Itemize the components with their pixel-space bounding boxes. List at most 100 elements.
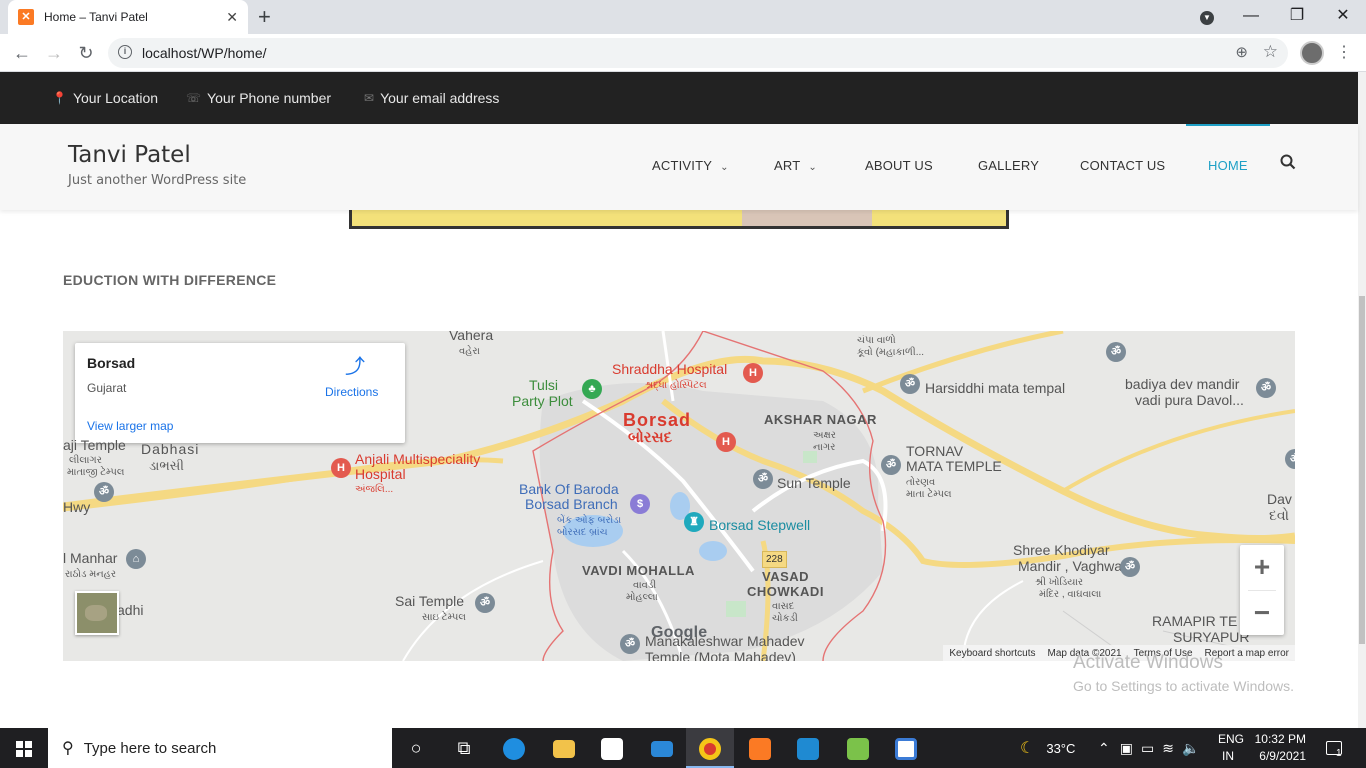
mail-icon[interactable] <box>638 728 686 768</box>
zoom-out-icon[interactable]: − <box>1240 591 1284 635</box>
profile-avatar[interactable] <box>1300 41 1324 65</box>
top-location[interactable]: 📍 Your Location <box>52 90 158 106</box>
temple-pin-icon[interactable]: ॐ <box>475 593 495 613</box>
map-label: VASAD <box>762 569 810 584</box>
taskbar-clock[interactable]: 10:32 PM 6/9/2021 <box>1222 731 1306 765</box>
map-label: Bank Of Baroda <box>519 481 619 497</box>
nav-activity[interactable]: ACTIVITY ⌄ <box>652 158 729 173</box>
map-label: દવો <box>1269 507 1290 523</box>
back-icon[interactable]: ← <box>8 40 36 66</box>
taskbar-search[interactable]: ⚲ Type here to search <box>48 728 392 768</box>
browser-menu-icon[interactable]: ⋮ <box>1336 42 1352 62</box>
minimize-icon[interactable]: — <box>1228 0 1274 34</box>
map-label: l Manhar <box>63 550 118 566</box>
temple-pin-icon[interactable]: ॐ <box>900 374 920 394</box>
site-info-icon[interactable]: i <box>118 45 132 59</box>
top-phone[interactable]: ☏ Your Phone number <box>186 90 331 106</box>
park-pin-icon[interactable]: ♣ <box>582 379 602 399</box>
edge-icon[interactable] <box>490 728 538 768</box>
app-window-icon[interactable] <box>882 728 930 768</box>
notifications-icon[interactable]: 1 <box>1326 728 1342 768</box>
temple-pin-icon[interactable]: ॐ <box>1256 378 1276 398</box>
temple-pin-icon[interactable]: ॐ <box>1106 342 1126 362</box>
search-icon: ⚲ <box>62 740 74 757</box>
url-text[interactable]: localhost/WP/home/ <box>142 45 267 61</box>
xampp-icon[interactable] <box>736 728 784 768</box>
tab-title: Home – Tanvi Patel <box>44 10 148 24</box>
forward-icon[interactable]: → <box>40 40 68 66</box>
reload-icon[interactable]: ↻ <box>72 40 100 66</box>
map-label: AKSHAR NAGAR <box>764 412 877 427</box>
map-label: Vahera <box>449 331 494 343</box>
tab-search-icon[interactable]: ▼ <box>1184 0 1230 34</box>
activate-title: Activate Windows <box>1073 652 1223 673</box>
windows-taskbar: ⚲ Type here to search ○ ⧉ ☾ 33°C ⌃ ▣ ▭ ≋… <box>0 728 1366 768</box>
hospital-pin-icon[interactable]: H <box>716 432 736 452</box>
nav-about-us[interactable]: ABOUT US <box>865 158 933 173</box>
map-label: adhi <box>117 602 144 618</box>
meet-now-icon[interactable]: ▣ <box>1120 740 1133 757</box>
map-label: Borsad Stepwell <box>709 517 811 533</box>
search-icon[interactable] <box>1280 154 1296 175</box>
nav-activity-label: ACTIVITY <box>652 158 713 173</box>
landmark-pin-icon[interactable]: ♜ <box>684 512 704 532</box>
temple-pin-icon[interactable]: ॐ <box>753 469 773 489</box>
bank-pin-icon[interactable]: $ <box>630 494 650 514</box>
nav-contact-us[interactable]: CONTACT US <box>1080 158 1165 173</box>
browser-tab[interactable]: ✕ Home – Tanvi Patel ✕ <box>8 0 248 34</box>
weather-widget[interactable]: ☾ 33°C <box>1020 728 1075 768</box>
windows-start-icon[interactable] <box>0 728 48 768</box>
map-label: માતાજી ટેમ્પલ <box>67 467 125 478</box>
omnibox[interactable]: i localhost/WP/home/ ⊕ ☆ <box>108 38 1288 68</box>
chrome-icon[interactable] <box>686 728 734 768</box>
temple-pin-icon[interactable]: ॐ <box>1120 557 1140 577</box>
volume-icon[interactable]: 🔈 <box>1182 740 1199 757</box>
nav-home[interactable]: HOME <box>1208 158 1248 173</box>
notepad-icon[interactable] <box>834 728 882 768</box>
map-label: Hwy <box>63 499 91 515</box>
view-larger-map-link[interactable]: View larger map <box>87 419 173 433</box>
new-tab-icon[interactable]: + <box>258 4 271 30</box>
map-label: મંદિર , વાઘવાલા <box>1039 589 1102 600</box>
temple-pin-icon[interactable]: ॐ <box>620 634 640 654</box>
bookmark-star-icon[interactable]: ☆ <box>1263 42 1278 62</box>
task-view-icon[interactable]: ⧉ <box>440 728 488 768</box>
chevron-down-icon: ⌄ <box>720 162 729 173</box>
nav-gallery[interactable]: GALLERY <box>978 158 1039 173</box>
top-email[interactable]: ✉ Your email address <box>364 90 499 106</box>
google-map[interactable]: Borsad Gujarat View larger map ⤴ Directi… <box>63 331 1295 661</box>
directions-icon[interactable]: ⤴ <box>345 357 365 377</box>
chevron-up-icon[interactable]: ⌃ <box>1098 740 1110 757</box>
nav-art[interactable]: ART ⌄ <box>774 158 817 173</box>
satellite-toggle[interactable] <box>75 591 119 635</box>
map-label: Shraddha Hospital <box>612 361 728 377</box>
temple-pin-icon[interactable]: ॐ <box>94 482 114 502</box>
temperature-text: 33°C <box>1046 740 1076 756</box>
cortana-icon[interactable]: ○ <box>392 728 440 768</box>
zoom-icon[interactable]: ⊕ <box>1235 43 1248 61</box>
map-label: Borsad Branch <box>525 496 618 512</box>
temple-pin-icon[interactable]: ⌂ <box>126 549 146 569</box>
vscode-icon[interactable] <box>784 728 832 768</box>
active-nav-indicator <box>1186 124 1270 126</box>
site-title[interactable]: Tanvi Patel <box>68 142 191 168</box>
window-close-icon[interactable]: ✕ <box>1320 0 1366 34</box>
battery-icon[interactable]: ▭ <box>1141 740 1154 757</box>
zoom-in-icon[interactable]: + <box>1240 545 1284 589</box>
map-label: Dav <box>1267 491 1292 507</box>
scrollbar-thumb[interactable] <box>1359 296 1365 644</box>
keyboard-shortcuts-link[interactable]: Keyboard shortcuts <box>943 648 1041 659</box>
store-icon[interactable] <box>588 728 636 768</box>
map-label: vadi pura Davol... <box>1135 392 1244 408</box>
file-explorer-icon[interactable] <box>540 728 588 768</box>
map-town-label: Borsad <box>623 410 692 430</box>
tray-icons: ⌃ ▣ ▭ ≋ 🔈 <box>1098 728 1199 768</box>
directions-link[interactable]: Directions <box>325 385 378 399</box>
map-label: Anjali Multispeciality <box>355 451 481 467</box>
restore-icon[interactable]: ❐ <box>1274 0 1320 34</box>
temple-pin-icon[interactable]: ॐ <box>881 455 901 475</box>
hospital-pin-icon[interactable]: H <box>743 363 763 383</box>
wifi-icon[interactable]: ≋ <box>1162 740 1174 757</box>
tab-close-icon[interactable]: ✕ <box>226 9 238 26</box>
hospital-pin-icon[interactable]: H <box>331 458 351 478</box>
